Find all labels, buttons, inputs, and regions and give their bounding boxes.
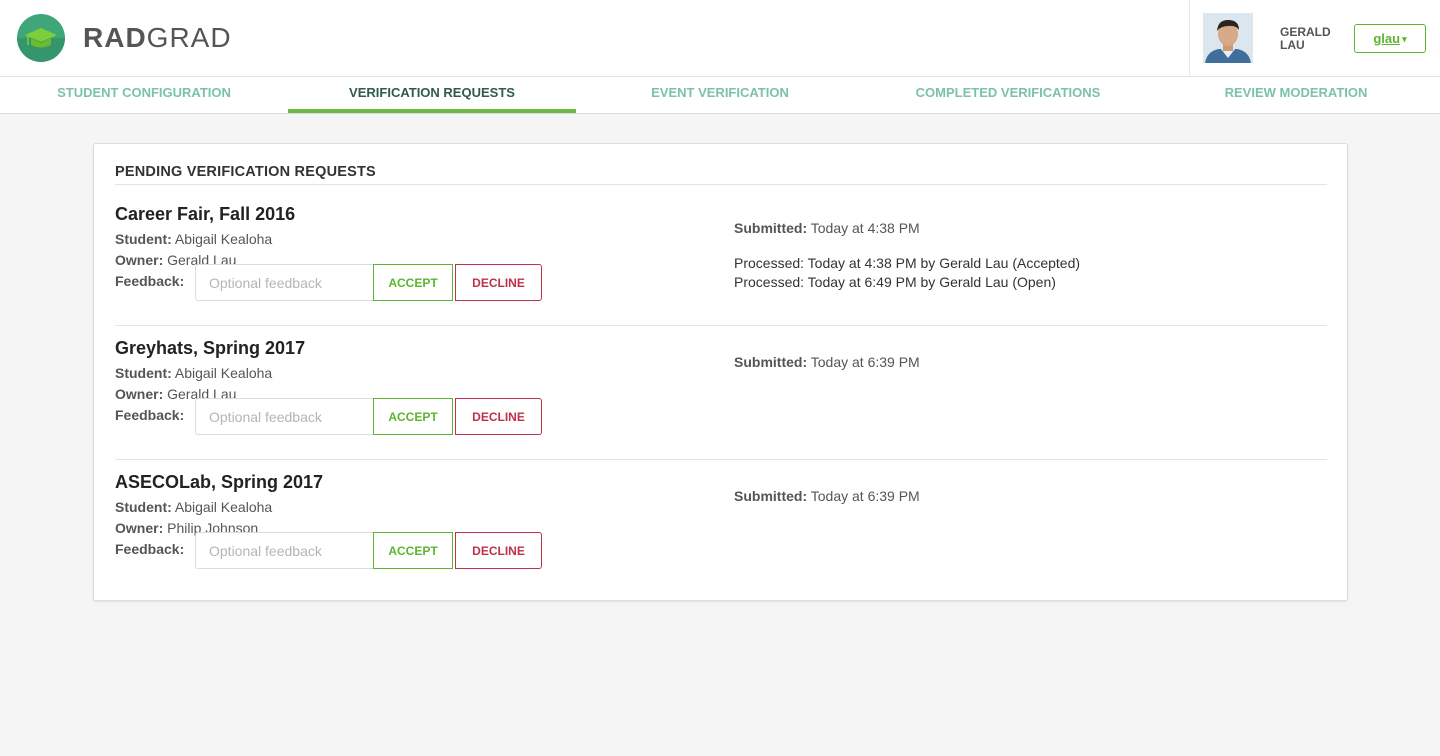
decline-button[interactable]: DECLINE [455,264,542,301]
request-item: Greyhats, Spring 2017 Student: Abigail K… [94,338,1349,472]
brand-name[interactable]: RADGRAD [83,22,232,54]
user-menu-button[interactable]: glau ▾ [1354,24,1426,53]
request-item: Career Fair, Fall 2016 Student: Abigail … [94,204,1349,338]
divider [115,325,1327,326]
decline-button[interactable]: DECLINE [455,398,542,435]
submitted-label: Submitted: [734,354,808,370]
tab-review-moderation[interactable]: REVIEW MODERATION [1152,77,1440,113]
header-divider [1189,0,1190,76]
divider [115,184,1327,185]
student-line: Student: Abigail Kealoha [115,231,272,247]
owner-label: Owner: [115,252,164,268]
tab-verification-requests[interactable]: VERIFICATION REQUESTS [288,77,576,113]
top-header: RADGRAD GERALD LAU glau ▾ [0,0,1440,77]
avatar [1203,13,1253,63]
brand-part-grad: GRAD [146,22,232,53]
owner-label: Owner: [115,386,164,402]
feedback-input[interactable] [195,264,374,301]
user-last-name: LAU [1280,38,1305,52]
submitted-line: Submitted: Today at 6:39 PM [734,354,920,370]
card-title: PENDING VERIFICATION REQUESTS [115,164,376,180]
student-label: Student: [115,499,172,515]
feedback-label: Feedback: [115,541,185,557]
request-title: ASECOLab, Spring 2017 [115,472,324,492]
tab-bar: STUDENT CONFIGURATION VERIFICATION REQUE… [0,77,1440,114]
submitted-line: Submitted: Today at 4:38 PM [734,220,920,236]
chevron-down-icon: ▾ [1402,34,1407,44]
brand-part-rad: RAD [83,22,147,53]
submitted-label: Submitted: [734,220,808,236]
request-title: Greyhats, Spring 2017 [115,338,306,358]
feedback-input[interactable] [195,532,374,569]
submitted-line: Submitted: Today at 6:39 PM [734,488,920,504]
request-item: ASECOLab, Spring 2017 Student: Abigail K… [94,472,1349,606]
student-value: Abigail Kealoha [174,499,273,515]
accept-button[interactable]: ACCEPT [373,532,453,569]
user-name: GERALD LAU [1280,26,1350,52]
student-line: Student: Abigail Kealoha [115,499,272,515]
submitted-value: Today at 6:39 PM [810,354,920,370]
feedback-label: Feedback: [115,273,185,289]
username-label: glau [1373,31,1401,46]
submitted-value: Today at 6:39 PM [810,488,920,504]
student-line: Student: Abigail Kealoha [115,365,272,381]
tab-completed-verifications[interactable]: COMPLETED VERIFICATIONS [864,77,1152,113]
owner-label: Owner: [115,520,164,536]
request-title: Career Fair, Fall 2016 [115,204,296,224]
tab-event-verification[interactable]: EVENT VERIFICATION [576,77,864,113]
submitted-label: Submitted: [734,488,808,504]
student-label: Student: [115,365,172,381]
feedback-label: Feedback: [115,407,185,423]
submitted-value: Today at 4:38 PM [810,220,920,236]
processed-entry: Processed: Today at 4:38 PM by Gerald La… [734,255,1081,271]
accept-button[interactable]: ACCEPT [373,264,453,301]
feedback-input[interactable] [195,398,374,435]
decline-button[interactable]: DECLINE [455,532,542,569]
student-value: Abigail Kealoha [174,365,273,381]
student-value: Abigail Kealoha [174,231,273,247]
tab-student-configuration[interactable]: STUDENT CONFIGURATION [0,77,288,113]
divider [115,459,1327,460]
user-portrait-icon [1203,13,1253,63]
student-label: Student: [115,231,172,247]
processed-entry: Processed: Today at 6:49 PM by Gerald La… [734,274,1056,290]
pending-requests-card: PENDING VERIFICATION REQUESTS Career Fai… [93,143,1348,601]
accept-button[interactable]: ACCEPT [373,398,453,435]
radgrad-logo-icon[interactable] [17,14,65,62]
